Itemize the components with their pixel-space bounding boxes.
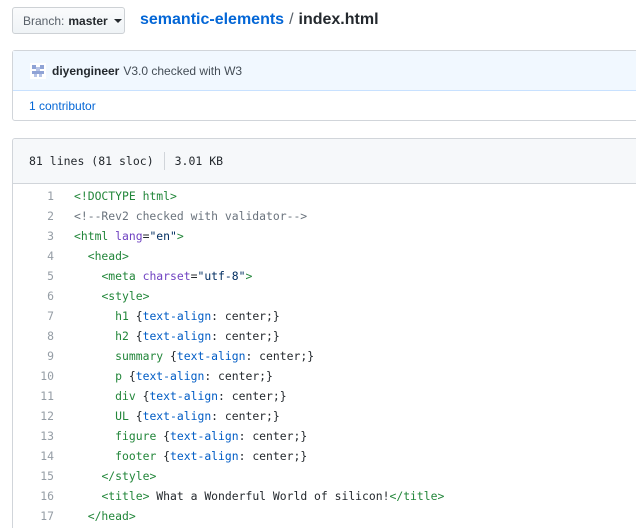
line-number[interactable]: 10 [13, 369, 54, 383]
file-size: 3.01 KB [174, 154, 224, 168]
line-number[interactable]: 6 [13, 289, 54, 303]
line-content: </head> [87, 509, 136, 523]
branch-select-button[interactable]: Branch: master [12, 7, 125, 34]
line-number[interactable]: 14 [13, 449, 54, 463]
line-content: <!--Rev2 checked with validator--> [74, 209, 308, 223]
line-content: <html lang="en"> [74, 229, 184, 243]
line-number[interactable]: 1 [13, 189, 54, 203]
line-content: div {text-align: center;} [115, 389, 287, 403]
line-content: <!DOCTYPE html> [74, 189, 177, 203]
code-line: 7 h1 {text-align: center;} [13, 306, 636, 326]
code-line: 15 </style> [13, 466, 636, 486]
code-line: 3 <html lang="en"> [13, 226, 636, 246]
commit-author-link[interactable]: diyengineer [52, 64, 119, 78]
avatar[interactable] [30, 62, 46, 79]
code-line: 6 <style> [13, 286, 636, 306]
contributors-link[interactable]: 1 contributor [29, 99, 96, 113]
file-line-count: 81 lines (81 sloc) [29, 154, 154, 168]
line-number[interactable]: 2 [13, 209, 54, 223]
line-number[interactable]: 7 [13, 309, 54, 323]
code-line: 9 summary {text-align: center;} [13, 346, 636, 366]
contributors-bar: 1 contributor [13, 91, 636, 121]
line-content: summary {text-align: center;} [115, 349, 315, 363]
caret-down-icon [113, 19, 122, 23]
breadcrumb-file-name: index.html [298, 11, 379, 28]
commit-message-link[interactable]: V3.0 checked with W3 [123, 64, 242, 78]
code-line: 14 footer {text-align: center;} [13, 446, 636, 466]
line-content: figure {text-align: center;} [115, 429, 308, 443]
line-number[interactable]: 8 [13, 329, 54, 343]
line-content: <meta charset="utf-8"> [101, 269, 253, 283]
line-content: h2 {text-align: center;} [115, 329, 280, 343]
line-content: footer {text-align: center;} [115, 449, 308, 463]
code-line: 17 </head> [13, 506, 636, 526]
file-info-divider [163, 152, 165, 170]
line-content: <head> [87, 249, 129, 263]
line-number[interactable]: 4 [13, 249, 54, 263]
line-number[interactable]: 3 [13, 229, 54, 243]
line-content: UL {text-align: center;} [115, 409, 280, 423]
code-block: 1 <!DOCTYPE html> 2 <!--Rev2 checked with v… [13, 184, 636, 526]
line-content: <style> [101, 289, 150, 303]
file-info-header: 81 lines (81 sloc) 3.01 KB [13, 139, 636, 184]
line-content: </style> [101, 469, 157, 483]
line-content: <title> What a Wonderful World of silico… [101, 489, 445, 503]
line-number[interactable]: 13 [13, 429, 54, 443]
line-number[interactable]: 9 [13, 349, 54, 363]
line-number[interactable]: 12 [13, 409, 54, 423]
commit-tease: diyengineer V3.0 checked with W3 1 contr… [12, 50, 636, 121]
commit-info-bar: diyengineer V3.0 checked with W3 [13, 51, 636, 91]
line-content: p {text-align: center;} [115, 369, 273, 383]
code-line: 16 <title> What a Wonderful World of sil… [13, 486, 636, 506]
breadcrumb: semantic-elements / index.html [140, 11, 379, 29]
file-viewer: 81 lines (81 sloc) 3.01 KB 1 <!DOCTYPE ht… [12, 138, 636, 528]
code-line: 5 <meta charset="utf-8"> [13, 266, 636, 286]
code-line: 2 <!--Rev2 checked with validator--> [13, 206, 636, 226]
code-line: 12 UL {text-align: center;} [13, 406, 636, 426]
code-line: 4 <head> [13, 246, 636, 266]
branch-prefix-label: Branch: [23, 13, 65, 28]
code-line: 1 <!DOCTYPE html> [13, 186, 636, 206]
breadcrumb-separator: / [289, 11, 294, 28]
branch-name: master [68, 13, 108, 28]
code-line: 8 h2 {text-align: center;} [13, 326, 636, 346]
code-line: 10 p {text-align: center;} [13, 366, 636, 386]
code-line: 11 div {text-align: center;} [13, 386, 636, 406]
code-line: 13 figure {text-align: center;} [13, 426, 636, 446]
line-number[interactable]: 15 [13, 469, 54, 483]
line-number[interactable]: 11 [13, 389, 54, 403]
line-number[interactable]: 5 [13, 269, 54, 283]
line-content: h1 {text-align: center;} [115, 309, 280, 323]
breadcrumb-repo-link[interactable]: semantic-elements [140, 11, 284, 28]
line-number[interactable]: 17 [13, 509, 54, 523]
line-number[interactable]: 16 [13, 489, 54, 503]
